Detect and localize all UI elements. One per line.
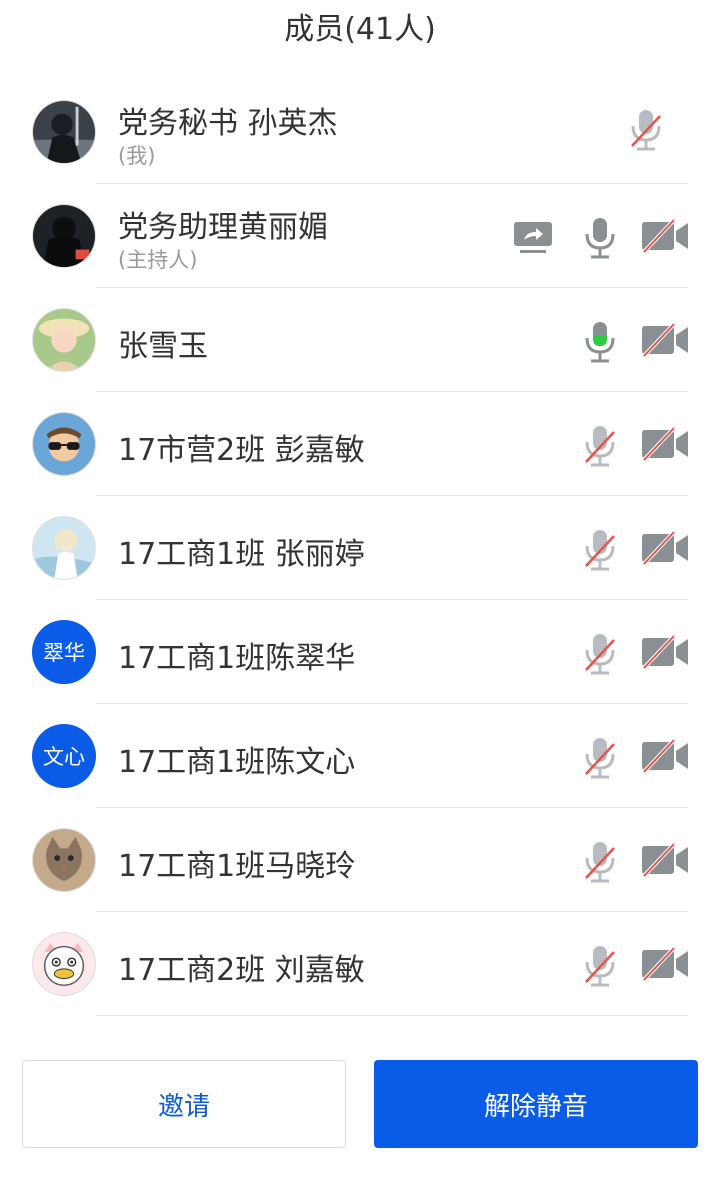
camera-off-icon[interactable] <box>640 426 690 462</box>
camera-off-icon[interactable] <box>640 530 690 566</box>
mic-muted-icon[interactable] <box>580 632 620 676</box>
mic-muted-icon[interactable] <box>626 108 666 152</box>
participant-role: (主持人) <box>118 248 198 272</box>
avatar <box>32 100 96 164</box>
camera-off-icon[interactable] <box>640 738 690 774</box>
avatar-initials: 文心 <box>43 745 85 769</box>
page-title: 成员(41人) <box>284 12 436 47</box>
participant-name: 17工商1班陈文心 <box>118 745 356 780</box>
participant-row[interactable]: 党务秘书 孙英杰 (我) <box>0 80 720 184</box>
camera-off-icon[interactable] <box>640 322 690 358</box>
mic-on-icon[interactable] <box>580 216 620 260</box>
avatar <box>32 828 96 892</box>
mic-muted-icon[interactable] <box>580 528 620 572</box>
invite-button[interactable]: 邀请 <box>22 1060 346 1148</box>
participant-row[interactable]: 17工商2班 刘嘉敏 <box>0 912 720 1016</box>
participant-row[interactable]: 翠华 17工商1班陈翠华 <box>0 600 720 704</box>
mic-muted-icon[interactable] <box>580 944 620 988</box>
camera-off-icon[interactable] <box>640 842 690 878</box>
participant-row[interactable]: 17工商1班 张丽婷 <box>0 496 720 600</box>
participant-name: 党务助理黄丽媚 <box>118 210 328 245</box>
participant-name: 张雪玉 <box>118 329 208 364</box>
participant-name: 17市营2班 彭嘉敏 <box>118 433 365 468</box>
camera-off-icon[interactable] <box>640 946 690 982</box>
avatar-initials: 翠华 <box>43 641 85 665</box>
participant-name: 党务秘书 孙英杰 <box>118 106 338 141</box>
mic-muted-icon[interactable] <box>580 840 620 884</box>
avatar <box>32 932 96 996</box>
avatar <box>32 308 96 372</box>
camera-off-icon[interactable] <box>640 218 690 254</box>
avatar: 文心 <box>32 724 96 788</box>
mic-muted-icon[interactable] <box>580 736 620 780</box>
avatar <box>32 204 96 268</box>
unmute-all-button[interactable]: 解除静音 <box>374 1060 698 1148</box>
screen-share-icon[interactable] <box>512 220 554 254</box>
participant-role: (我) <box>118 144 156 168</box>
participant-row[interactable]: 文心 17工商1班陈文心 <box>0 704 720 808</box>
mic-speaking-icon[interactable] <box>580 320 620 364</box>
participant-name: 17工商1班陈翠华 <box>118 641 356 676</box>
participant-row[interactable]: 17市营2班 彭嘉敏 <box>0 392 720 496</box>
participant-name: 17工商1班 张丽婷 <box>118 537 365 572</box>
mic-muted-icon[interactable] <box>580 424 620 468</box>
participant-name: 17工商2班 刘嘉敏 <box>118 953 365 988</box>
participant-row[interactable]: 张雪玉 <box>0 288 720 392</box>
bottom-action-bar: 邀请 解除静音 <box>0 1060 720 1150</box>
row-divider <box>96 1015 688 1016</box>
camera-off-icon[interactable] <box>640 634 690 670</box>
participant-list: 党务秘书 孙英杰 (我) 党务助理黄丽媚 (主持人) 张雪玉 17市营2班 彭嘉… <box>0 80 720 1016</box>
participant-row[interactable]: 17工商1班马晓玲 <box>0 808 720 912</box>
avatar: 翠华 <box>32 620 96 684</box>
avatar <box>32 412 96 476</box>
avatar <box>32 516 96 580</box>
participant-name: 17工商1班马晓玲 <box>118 849 356 884</box>
participant-row[interactable]: 党务助理黄丽媚 (主持人) <box>0 184 720 288</box>
participants-header: 成员(41人) <box>0 0 720 60</box>
